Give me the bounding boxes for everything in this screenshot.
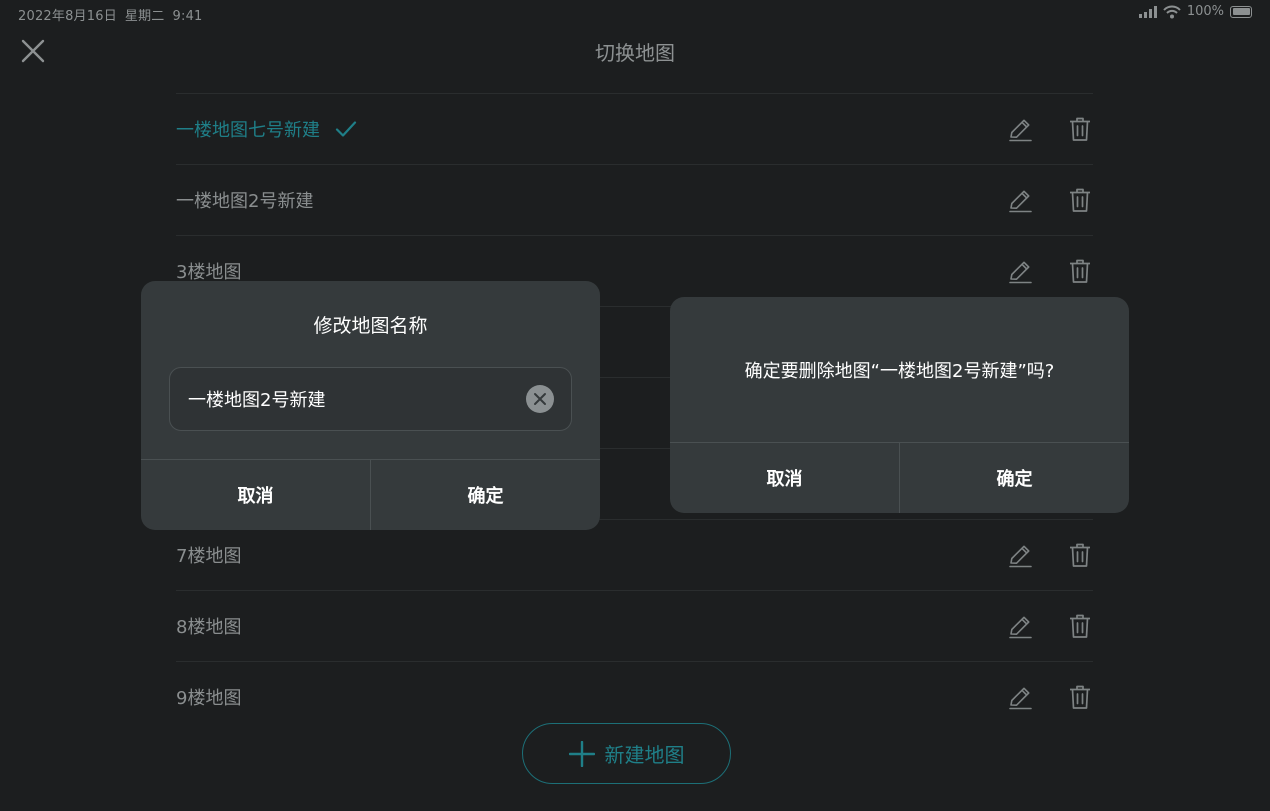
signal-icon — [1138, 5, 1157, 18]
edit-icon[interactable] — [1007, 684, 1033, 710]
new-map-button[interactable]: 新建地图 — [522, 723, 731, 784]
clear-input-button[interactable] — [526, 385, 554, 413]
delete-cancel-button[interactable]: 取消 — [670, 443, 899, 513]
map-row[interactable]: 9楼地图 — [176, 661, 1093, 732]
rename-confirm-button[interactable]: 确定 — [370, 460, 600, 530]
edit-icon[interactable] — [1007, 542, 1033, 568]
edit-icon[interactable] — [1007, 187, 1033, 213]
row-actions — [1007, 684, 1093, 710]
row-actions — [1007, 613, 1093, 639]
delete-dialog-message: 确定要删除地图“一楼地图2号新建”吗? — [744, 361, 1055, 382]
edit-icon[interactable] — [1007, 116, 1033, 142]
page-title: 切换地图 — [595, 41, 675, 65]
trash-icon[interactable] — [1067, 187, 1093, 213]
trash-icon[interactable] — [1067, 542, 1093, 568]
map-row[interactable]: 8楼地图 — [176, 590, 1093, 661]
edit-icon[interactable] — [1007, 258, 1033, 284]
check-icon — [335, 121, 357, 137]
row-actions — [1007, 187, 1093, 213]
map-name: 7楼地图 — [176, 546, 242, 567]
wifi-icon — [1163, 5, 1181, 18]
status-bar-right: 100% — [1138, 4, 1252, 19]
clear-icon — [534, 393, 546, 405]
map-name: 8楼地图 — [176, 617, 242, 638]
map-name-field — [169, 367, 572, 431]
edit-icon[interactable] — [1007, 613, 1033, 639]
status-date: 2022年8月16日 — [18, 9, 117, 24]
battery-percent: 100% — [1186, 4, 1224, 19]
status-time: 9:41 — [172, 9, 203, 24]
status-weekday: 星期二 — [124, 9, 165, 24]
delete-dialog-buttons: 取消 确定 — [670, 442, 1129, 513]
map-name-input[interactable] — [170, 368, 510, 430]
map-row[interactable]: 一楼地图2号新建 — [176, 164, 1093, 235]
rename-dialog-title: 修改地图名称 — [313, 315, 428, 337]
row-actions — [1007, 542, 1093, 568]
plus-icon — [568, 740, 595, 767]
row-actions — [1007, 116, 1093, 142]
row-actions — [1007, 258, 1093, 284]
delete-confirm-button[interactable]: 确定 — [899, 443, 1129, 513]
rename-cancel-button[interactable]: 取消 — [141, 460, 370, 530]
trash-icon[interactable] — [1067, 613, 1093, 639]
delete-map-dialog: 确定要删除地图“一楼地图2号新建”吗? 取消 确定 — [670, 297, 1129, 513]
status-bar-left: 2022年8月16日 星期二 9:41 — [18, 5, 211, 24]
map-name: 一楼地图2号新建 — [176, 191, 314, 212]
rename-map-dialog: 修改地图名称 取消 确定 — [141, 281, 600, 530]
map-row[interactable]: 一楼地图七号新建 — [176, 93, 1093, 164]
map-name: 一楼地图七号新建 — [176, 120, 320, 141]
switch-map-screen: 2022年8月16日 星期二 9:41 100% 切换地图 一楼地图七号新建 一楼地图… — [0, 0, 1270, 811]
trash-icon[interactable] — [1067, 684, 1093, 710]
new-map-label: 新建地图 — [604, 743, 685, 767]
rename-dialog-buttons: 取消 确定 — [141, 459, 600, 530]
map-name: 9楼地图 — [176, 688, 242, 709]
battery-icon — [1230, 5, 1252, 18]
trash-icon[interactable] — [1067, 258, 1093, 284]
trash-icon[interactable] — [1067, 116, 1093, 142]
